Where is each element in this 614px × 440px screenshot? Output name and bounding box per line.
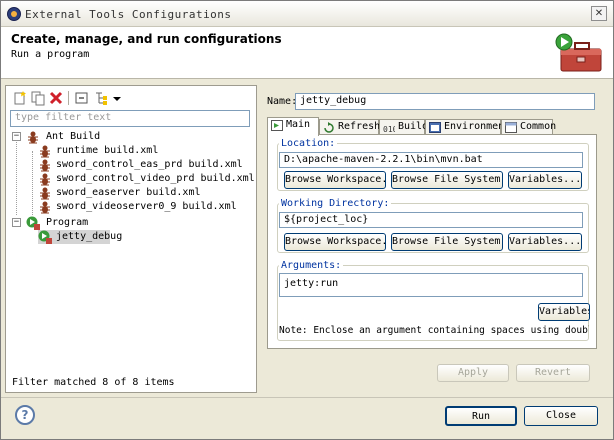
tree-label: sword_easerver build.xml [56,187,201,198]
header-banner: Create, manage, and run configurations R… [1,27,613,79]
build-icon: 010 [383,125,395,133]
tree-label: Program [46,217,89,228]
tree-connector [32,151,33,215]
main-tab-icon [271,120,283,131]
arguments-note: Note: Enclose an argument containing spa… [279,325,589,336]
tree-item-selected[interactable]: jetty_debug [38,230,122,244]
ant-icon [40,201,50,214]
name-label: Name: [267,96,298,107]
working-directory-browse-file-system-button[interactable]: Browse File System... [391,233,503,251]
arguments-variables-button[interactable]: Variables... [538,303,590,321]
ant-icon [40,145,50,158]
location-browse-workspace-button[interactable]: Browse Workspace... [284,171,386,189]
location-variables-button[interactable]: Variables... [508,171,582,189]
filter-input[interactable]: type filter text [10,110,250,127]
program-icon [38,230,52,244]
configurations-toolbar [10,90,250,108]
duplicate-icon[interactable] [30,90,46,106]
tab-label: Common [520,121,557,132]
tab-refresh[interactable]: Refresh [319,119,381,135]
tab-common[interactable]: Common [501,119,557,135]
delete-icon[interactable] [48,90,64,106]
tree-label: jetty_debug [56,231,123,242]
name-field[interactable]: jetty_debug [295,93,595,110]
location-field[interactable]: D:\apache-maven-2.2.1\bin\mvn.bat [279,152,583,168]
tree-connector [16,137,17,215]
collapse-all-icon[interactable] [74,90,90,106]
revert-button[interactable]: Revert [516,364,590,382]
tree-item[interactable]: sword_control_video_prd build.xml [38,172,255,186]
common-icon [505,122,517,133]
filter-icon[interactable] [94,90,110,106]
toolbar-separator [68,91,69,105]
banner-subtitle: Run a program [11,49,90,60]
tree-node-ant-build[interactable]: − Ant Build [12,130,252,144]
tree-label: runtime build.xml [56,145,159,156]
tab-label: Build [398,121,429,132]
arguments-field[interactable]: jetty:run [279,273,583,297]
tree-label: sword_videoserver0_9 build.xml [56,201,237,212]
working-directory-field[interactable]: ${project_loc} [279,212,583,228]
chevron-down-icon[interactable] [112,90,122,106]
close-button[interactable]: Close [524,406,598,426]
tab-label: Refresh [338,121,381,132]
tree-item[interactable]: sword_easerver build.xml [38,186,252,200]
tree-label: sword_control_video_prd build.xml [56,173,255,184]
footer-separator [1,397,613,398]
window-close-button[interactable]: ✕ [591,6,607,21]
tree-item[interactable]: runtime build.xml [38,144,252,158]
tree-label: sword_control_eas_prd build.xml [56,159,243,170]
ant-icon [40,159,50,172]
eclipse-icon [7,7,21,21]
banner-title: Create, manage, and run configurations [11,32,282,46]
ant-icon [28,131,38,144]
configurations-pane: type filter text − Ant Build runtime bui… [5,85,257,393]
tree-item[interactable]: sword_control_eas_prd build.xml [38,158,252,172]
new-configuration-icon[interactable] [12,90,28,106]
arguments-label: Arguments: [279,260,344,271]
program-icon [26,216,40,230]
environment-icon [429,122,441,133]
working-directory-browse-workspace-button[interactable]: Browse Workspace... [284,233,386,251]
apply-button[interactable]: Apply [437,364,509,382]
filter-status: Filter matched 8 of 8 items [12,377,175,388]
tab-environment[interactable]: Environment [425,119,510,135]
tab-label: Main [286,119,311,130]
tree-label: Ant Build [46,131,101,142]
collapse-toggle[interactable]: − [12,218,21,227]
title-bar[interactable]: External Tools Configurations ✕ [1,1,613,27]
tab-strip: Main Refresh 010 Build Environment Commo… [267,117,597,136]
tree-node-program[interactable]: − Program [12,216,252,230]
tab-build[interactable]: 010 Build [379,119,429,135]
working-directory-label: Working Directory: [279,198,392,209]
tab-main[interactable]: Main [267,117,319,136]
ant-icon [40,187,50,200]
refresh-icon [324,122,334,133]
working-directory-variables-button[interactable]: Variables... [508,233,582,251]
run-button[interactable]: Run [445,406,517,426]
toolbox-run-icon [555,33,602,72]
window-title: External Tools Configurations [25,8,232,21]
location-browse-file-system-button[interactable]: Browse File System... [391,171,503,189]
help-icon[interactable]: ? [15,405,35,425]
svg-text:010: 010 [383,125,395,133]
tree-item[interactable]: sword_videoserver0_9 build.xml [38,200,252,214]
ant-icon [40,173,50,186]
collapse-toggle[interactable]: − [12,132,21,141]
external-tools-dialog: External Tools Configurations ✕ Create, … [0,0,614,440]
location-label: Location: [279,138,338,149]
